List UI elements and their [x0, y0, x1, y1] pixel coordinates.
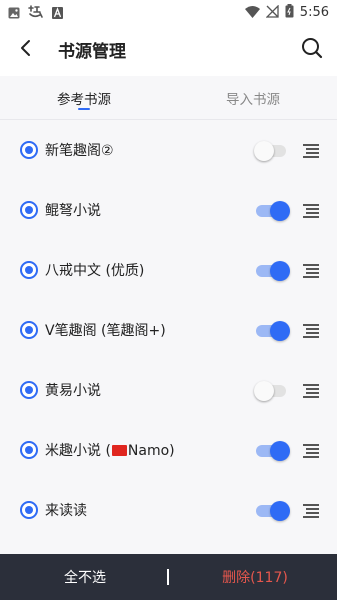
- source-name: V笔趣阁 (笔趣阁+): [45, 323, 166, 339]
- source-checkbox[interactable]: [20, 501, 38, 519]
- battery-icon: [285, 3, 294, 22]
- source-checkbox[interactable]: [20, 381, 38, 399]
- app-bar: 书源管理: [0, 24, 337, 76]
- active-tab-indicator: [78, 108, 90, 110]
- font-icon: [52, 4, 63, 23]
- toggle-thumb: [270, 201, 290, 221]
- page-title: 书源管理: [58, 42, 126, 62]
- back-arrow-icon: [19, 39, 33, 61]
- source-toggle[interactable]: [254, 261, 290, 281]
- status-bar: 5:56: [0, 0, 337, 24]
- tab-bar: 参考书源 导入书源: [0, 76, 337, 120]
- source-toggle[interactable]: [254, 501, 290, 521]
- source-name: 来读读: [45, 503, 87, 519]
- source-checkbox[interactable]: [20, 261, 38, 279]
- bottom-action-bar: 全不选 删除(117): [0, 554, 337, 600]
- drag-handle-icon[interactable]: [303, 444, 319, 458]
- toggle-thumb: [254, 381, 274, 401]
- source-checkbox[interactable]: [20, 321, 38, 339]
- source-row[interactable]: V笔趣阁 (笔趣阁+): [0, 301, 337, 361]
- source-row[interactable]: 新笔趣阁②: [0, 121, 337, 181]
- toggle-thumb: [270, 261, 290, 281]
- source-row[interactable]: 黄易小说: [0, 361, 337, 421]
- source-checkbox[interactable]: [20, 141, 38, 159]
- toggle-thumb: [270, 501, 290, 521]
- drag-handle-icon[interactable]: [303, 504, 319, 518]
- source-name-suffix: Namo): [127, 443, 175, 459]
- delete-button[interactable]: 删除(117): [205, 554, 305, 600]
- source-name-container: 米趣小说 ( Namo): [45, 440, 175, 460]
- image-icon: [8, 4, 20, 23]
- source-toggle[interactable]: [254, 201, 290, 221]
- back-button[interactable]: [12, 36, 40, 64]
- tab-imported-sources[interactable]: 导入书源: [169, 76, 337, 120]
- red-flag-icon: [111, 445, 127, 456]
- source-toggle[interactable]: [254, 141, 290, 161]
- source-name: 黄易小说: [45, 383, 101, 399]
- search-button[interactable]: [297, 35, 327, 65]
- status-time: 5:56: [299, 5, 329, 20]
- toggle-thumb: [270, 441, 290, 461]
- source-row[interactable]: 鲲弩小说: [0, 181, 337, 241]
- no-signal-icon: [265, 3, 279, 22]
- source-name: 新笔趣阁②: [45, 143, 114, 159]
- source-toggle[interactable]: [254, 381, 290, 401]
- drag-handle-icon[interactable]: [303, 384, 319, 398]
- divider: [167, 569, 169, 585]
- source-row[interactable]: 米趣小说 ( Namo): [0, 421, 337, 481]
- source-checkbox[interactable]: [20, 441, 38, 459]
- deselect-all-button[interactable]: 全不选: [40, 554, 130, 600]
- drag-handle-icon[interactable]: [303, 264, 319, 278]
- toggle-thumb: [254, 141, 274, 161]
- source-name: 米趣小说 (: [45, 443, 111, 459]
- source-checkbox[interactable]: [20, 201, 38, 219]
- tab-reference-sources[interactable]: 参考书源: [0, 76, 168, 120]
- toggle-thumb: [270, 321, 290, 341]
- wifi-icon: [244, 3, 260, 22]
- drag-handle-icon[interactable]: [303, 204, 319, 218]
- app-icon: [28, 4, 44, 23]
- tab-label: 参考书源: [57, 92, 111, 108]
- drag-handle-icon[interactable]: [303, 144, 319, 158]
- tab-label: 导入书源: [226, 92, 280, 108]
- drag-handle-icon[interactable]: [303, 324, 319, 338]
- source-row[interactable]: 来读读: [0, 481, 337, 541]
- search-icon: [301, 37, 323, 63]
- source-row[interactable]: 八戒中文 (优质): [0, 241, 337, 301]
- source-name: 八戒中文 (优质): [45, 263, 145, 279]
- source-toggle[interactable]: [254, 441, 290, 461]
- source-toggle[interactable]: [254, 321, 290, 341]
- source-name: 鲲弩小说: [45, 203, 101, 219]
